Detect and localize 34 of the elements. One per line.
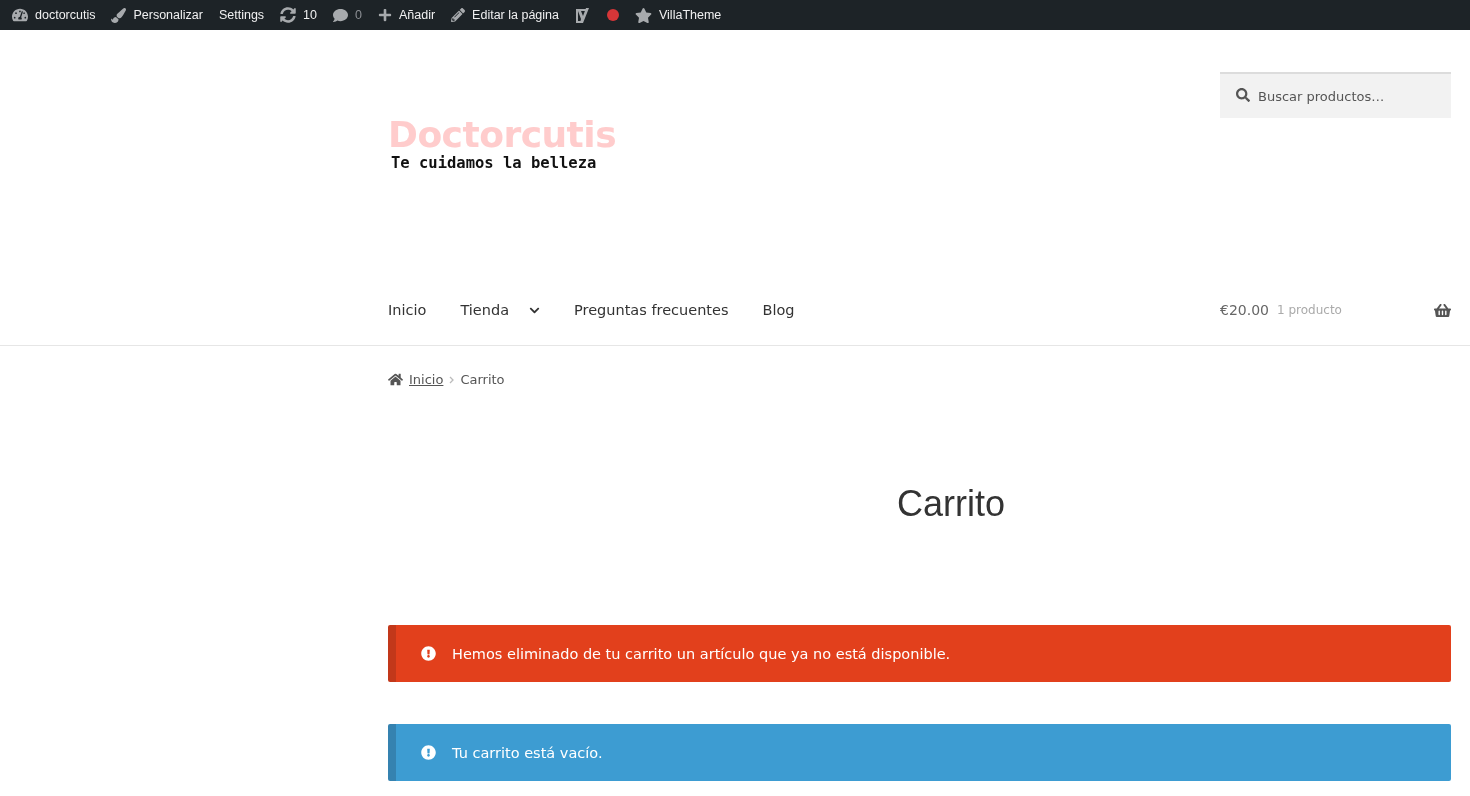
alert-icon bbox=[421, 646, 436, 661]
admin-bar-item[interactable]: Personalizar bbox=[111, 7, 203, 23]
star-icon bbox=[635, 6, 652, 24]
comment-icon bbox=[333, 7, 348, 23]
admin-bar-item[interactable]: Editar la página bbox=[451, 8, 559, 22]
chevron-right-icon bbox=[449, 375, 455, 384]
breadcrumb-current: Carrito bbox=[460, 372, 505, 387]
pencil-icon bbox=[451, 8, 466, 22]
page-title: Carrito bbox=[896, 483, 1006, 525]
nav-link[interactable]: Preguntas frecuentes bbox=[574, 302, 729, 318]
nav-link[interactable]: Inicio bbox=[388, 302, 427, 318]
brush-icon bbox=[111, 7, 127, 23]
nav-link[interactable]: Tienda bbox=[460, 302, 540, 318]
search-icon bbox=[1236, 88, 1250, 102]
refresh-icon bbox=[280, 7, 297, 23]
site-tagline: Te cuidamos la belleza bbox=[391, 154, 598, 172]
seo-plugin-icon[interactable] bbox=[575, 6, 591, 24]
plus-icon bbox=[377, 8, 392, 22]
admin-bar-item[interactable]: 10 bbox=[280, 7, 317, 23]
alert-icon bbox=[421, 745, 436, 760]
breadcrumb-link[interactable]: Inicio bbox=[409, 372, 444, 387]
admin-bar-item[interactable]: VillaTheme bbox=[635, 6, 722, 24]
search-field[interactable]: Buscar productos… bbox=[1220, 72, 1451, 118]
dashboard-icon bbox=[12, 7, 28, 23]
notice-text: Hemos eliminado de tu carrito un artículo que ya no está disponible. bbox=[452, 645, 951, 662]
nav-link[interactable]: Blog bbox=[762, 302, 795, 318]
notice-text: Tu carrito está vacío. bbox=[452, 744, 603, 761]
home-icon bbox=[388, 372, 403, 387]
admin-bar-item[interactable]: Settings bbox=[218, 8, 265, 22]
basket-icon bbox=[1434, 301, 1451, 319]
cart-link[interactable]: €20.00 1 producto bbox=[1220, 301, 1451, 319]
admin-bar-item[interactable]: 0 bbox=[333, 7, 362, 23]
admin-bar-item[interactable]: Añadir bbox=[377, 8, 436, 22]
admin-bar-item[interactable]: doctorcutis bbox=[12, 7, 96, 23]
